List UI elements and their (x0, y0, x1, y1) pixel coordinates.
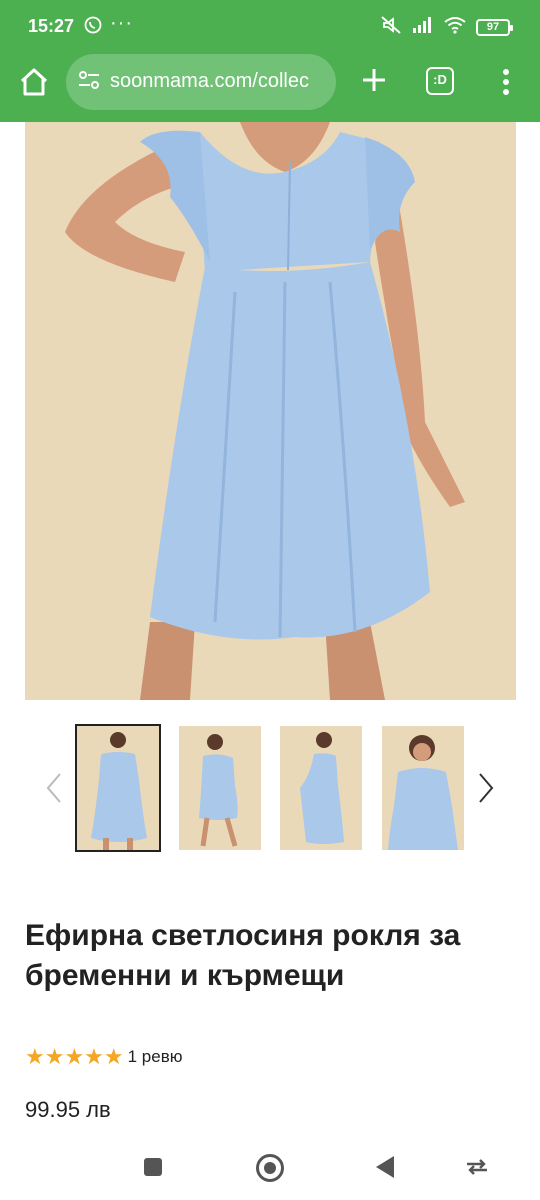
status-bar: 15:27 ··· 97 (0, 0, 540, 52)
thumbnail-2[interactable] (179, 726, 261, 850)
carousel-next-button[interactable] (476, 770, 496, 806)
review-count[interactable]: 1 ревю (128, 1047, 183, 1067)
system-nav-bar (0, 1140, 540, 1200)
home-button[interactable] (14, 62, 54, 102)
status-time: 15:27 (28, 16, 75, 36)
tab-switcher-button[interactable]: :D (426, 67, 454, 95)
plus-icon (363, 69, 385, 91)
rotate-icon[interactable] (464, 1156, 490, 1178)
product-price: 99.95 лв (25, 1097, 111, 1122)
carousel-prev-button[interactable] (44, 770, 64, 806)
thumbnail-3[interactable] (280, 726, 362, 850)
home-icon (20, 68, 48, 96)
more-vert-icon[interactable] (494, 62, 518, 102)
image-carousel (0, 722, 540, 854)
more-notifications-icon: ··· (110, 12, 133, 34)
url-text: soonmama.com/collec (110, 70, 309, 92)
thumbnail-1[interactable] (75, 724, 161, 852)
wifi-icon (444, 16, 466, 39)
new-tab-button[interactable] (354, 60, 394, 100)
browser-toolbar: soonmama.com/collec :D (0, 52, 540, 122)
home-nav-button[interactable] (256, 1154, 284, 1182)
mute-icon (380, 15, 402, 40)
battery-indicator: 97 (476, 19, 513, 36)
address-bar[interactable]: soonmama.com/collec (66, 54, 336, 110)
chevron-right-icon (479, 773, 494, 803)
tab-switcher-label: :D (433, 72, 447, 87)
signal-icon (412, 16, 434, 39)
product-title: Ефирна светлосиня рокля за бременни и къ… (25, 919, 461, 992)
back-button[interactable] (376, 1156, 394, 1178)
chevron-left-icon (46, 773, 61, 803)
product-rating[interactable]: ★★★★★ 1 ревю (25, 1044, 183, 1070)
status-icons: 97 (380, 15, 513, 40)
viber-icon (84, 16, 102, 39)
recents-button[interactable] (144, 1158, 162, 1176)
thumbnail-4[interactable] (382, 726, 464, 850)
product-main-image[interactable] (25, 122, 516, 700)
tune-icon[interactable] (78, 70, 100, 96)
star-rating-icon: ★★★★★ (25, 1044, 124, 1069)
